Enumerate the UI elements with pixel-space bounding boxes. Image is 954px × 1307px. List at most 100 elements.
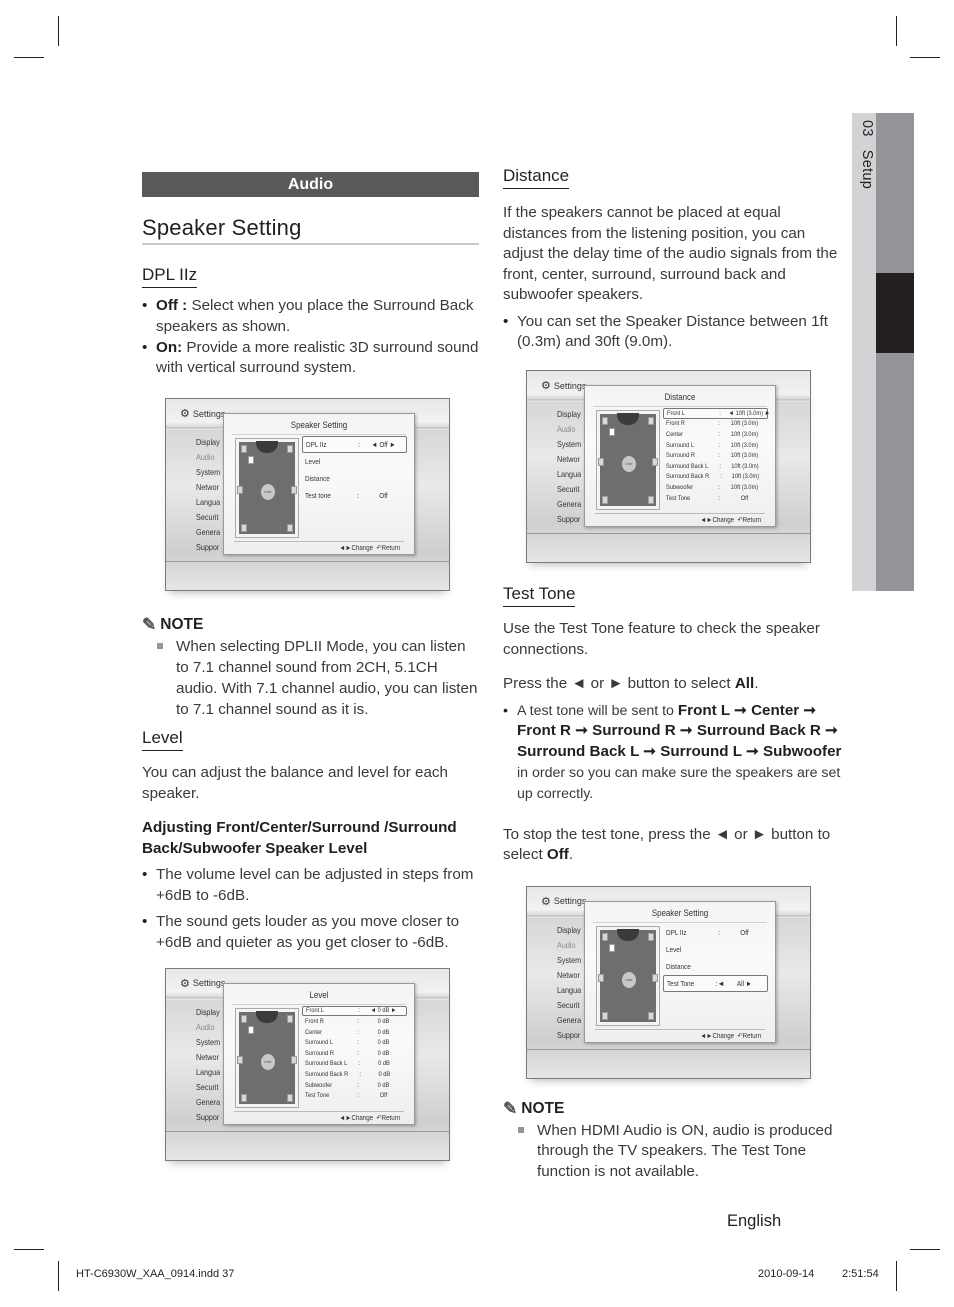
- option-value: Off: [379, 491, 388, 501]
- slug-file: HT-C6930W_XAA_0914.indd 37: [76, 1268, 235, 1280]
- option-row[interactable]: Surround Back R: 0 dB: [302, 1069, 407, 1080]
- option-label: Test Tone: [305, 1092, 330, 1100]
- option-row[interactable]: Surround L: 0 dB: [302, 1037, 407, 1048]
- menu-item[interactable]: Suppor: [557, 512, 581, 527]
- menu-item[interactable]: System: [557, 437, 581, 452]
- level-heading: Level: [142, 728, 183, 752]
- menu-item[interactable]: Audio: [557, 938, 581, 953]
- option-label: Front R: [305, 1017, 324, 1025]
- option-separator: :: [358, 1060, 361, 1068]
- menu-item[interactable]: Display: [196, 1005, 220, 1020]
- menu-item[interactable]: Langua: [196, 495, 220, 510]
- option-row[interactable]: Surround Back L: 10ft (3.0m): [663, 461, 768, 472]
- list-item: A test tone will be sent to Front L ➞ Ce…: [503, 701, 843, 805]
- popup-title: Level: [309, 989, 329, 1000]
- option-row[interactable]: Front L: ◄ 0 dB ►: [302, 1005, 407, 1017]
- option-value: 0 dB: [377, 1017, 390, 1025]
- menu-item[interactable]: Networ: [557, 968, 581, 983]
- menu-item[interactable]: Suppor: [557, 1028, 581, 1043]
- test-tone-stop: To stop the test tone, press the ◄ or ► …: [503, 825, 831, 864]
- option-row[interactable]: Subwoofer: 0 dB: [302, 1080, 407, 1091]
- menu-item[interactable]: Networ: [196, 480, 220, 495]
- option-row[interactable]: Surround Back L: 0 dB: [302, 1059, 407, 1070]
- option-separator: :: [717, 927, 721, 937]
- option-row[interactable]: Level: [663, 941, 768, 958]
- change-hint: ◄►Change: [339, 1114, 373, 1122]
- speaker-icon: [287, 1014, 293, 1023]
- menu-item[interactable]: Suppor: [196, 1110, 220, 1125]
- test-tone-heading: Test Tone: [503, 584, 576, 608]
- option-row[interactable]: Distance: [302, 470, 407, 487]
- option-row[interactable]: Front R: 10ft (3.0m): [663, 419, 768, 430]
- gear-icon: ⚙: [541, 895, 551, 908]
- menu-item[interactable]: Genera: [557, 497, 581, 512]
- option-row[interactable]: Surround R: 0 dB: [302, 1048, 407, 1059]
- menu-item[interactable]: Langua: [557, 467, 581, 482]
- speaker-icon: [237, 1055, 243, 1064]
- option-row[interactable]: Surround R: 10ft (3.0m): [663, 450, 768, 461]
- menu-item[interactable]: Langua: [557, 983, 581, 998]
- option-row[interactable]: Test Tone: Off: [663, 493, 768, 504]
- option-row[interactable]: Distance: [663, 958, 768, 975]
- option-row[interactable]: Center: 10ft (3.0m): [663, 429, 768, 440]
- menu-item[interactable]: Networ: [196, 1050, 220, 1065]
- speaker-icon: [598, 973, 604, 982]
- option-row[interactable]: Test Tone: Off: [302, 1090, 407, 1101]
- option-row[interactable]: Level: [302, 453, 407, 470]
- key-guide: ◄►Change ↶Return: [339, 1114, 400, 1122]
- menu-item[interactable]: Langua: [196, 1065, 220, 1080]
- option-value: ◄ Off ►: [371, 440, 396, 450]
- menu-item[interactable]: System: [196, 1035, 220, 1050]
- option-value: 0 dB: [378, 1070, 391, 1078]
- option-row[interactable]: DPL IIz: Off: [663, 924, 768, 941]
- menu-item[interactable]: Genera: [196, 525, 220, 540]
- option-separator: :: [358, 1007, 360, 1015]
- menu-item[interactable]: Audio: [196, 450, 220, 465]
- option-separator: :: [719, 409, 721, 417]
- option-row[interactable]: Test Tone:◄ All ►: [663, 974, 768, 992]
- crop-mark: [896, 1261, 897, 1291]
- popup-title: Speaker Setting: [290, 420, 348, 431]
- page-title: Speaker Setting: [142, 215, 479, 245]
- option-separator: :: [356, 491, 360, 501]
- test-tone-intro: Use the Test Tone feature to check the s…: [503, 620, 820, 658]
- option-row[interactable]: Front R: 0 dB: [302, 1016, 407, 1027]
- menu-item[interactable]: Genera: [196, 1095, 220, 1110]
- option-row[interactable]: Surround L: 10ft (3.0m): [663, 440, 768, 451]
- option-label: Front L: [306, 1007, 324, 1015]
- speaker-icon: [609, 943, 615, 952]
- option-row[interactable]: Front L: ◄ 10ft (3.0m) ►: [663, 408, 770, 419]
- footer-divider: [166, 561, 449, 563]
- screen-speaker-setting-off: ⚙ Settings Display Audio System Networ Langua S…: [165, 398, 450, 592]
- option-row[interactable]: Center: 0 dB: [302, 1027, 407, 1038]
- menu-item[interactable]: Display: [557, 923, 581, 938]
- menu-item[interactable]: Audio: [196, 1020, 220, 1035]
- menu-item[interactable]: Securit: [557, 482, 581, 497]
- option-row[interactable]: DPL IIz: ◄ Off ►: [302, 436, 407, 454]
- menu-item[interactable]: Securit: [196, 1080, 220, 1095]
- menu-item[interactable]: System: [557, 953, 581, 968]
- option-separator: :: [718, 441, 720, 449]
- option-label: DPL IIz: [306, 440, 327, 450]
- menu-item[interactable]: System: [196, 465, 220, 480]
- speaker-layout-diagram: User: [235, 438, 299, 539]
- option-label: Surround R: [666, 452, 696, 460]
- list-item: Off : Select when you place the Surround…: [142, 296, 479, 338]
- menu-item[interactable]: Securit: [196, 510, 220, 525]
- option-row[interactable]: Subwoofer: 10ft (3.0m): [663, 482, 768, 493]
- menu-item[interactable]: Networ: [557, 452, 581, 467]
- menu-item[interactable]: Genera: [557, 1013, 581, 1028]
- distance-intro: If the speakers cannot be placed at equa…: [503, 204, 838, 303]
- return-hint: Return: [742, 1032, 761, 1040]
- option-row[interactable]: Test tone: Off: [302, 487, 407, 504]
- option-row[interactable]: Surround Back R:10ft (3.0m): [663, 472, 768, 483]
- speaker-icon: [248, 1025, 254, 1034]
- menu-item[interactable]: Display: [196, 435, 220, 450]
- divider: [232, 1003, 406, 1005]
- option-value: 0 dB: [377, 1049, 390, 1057]
- menu-item[interactable]: Suppor: [196, 540, 220, 555]
- option-label: Subwoofer: [666, 484, 694, 492]
- menu-item[interactable]: Audio: [557, 422, 581, 437]
- menu-item[interactable]: Securit: [557, 998, 581, 1013]
- menu-item[interactable]: Display: [557, 407, 581, 422]
